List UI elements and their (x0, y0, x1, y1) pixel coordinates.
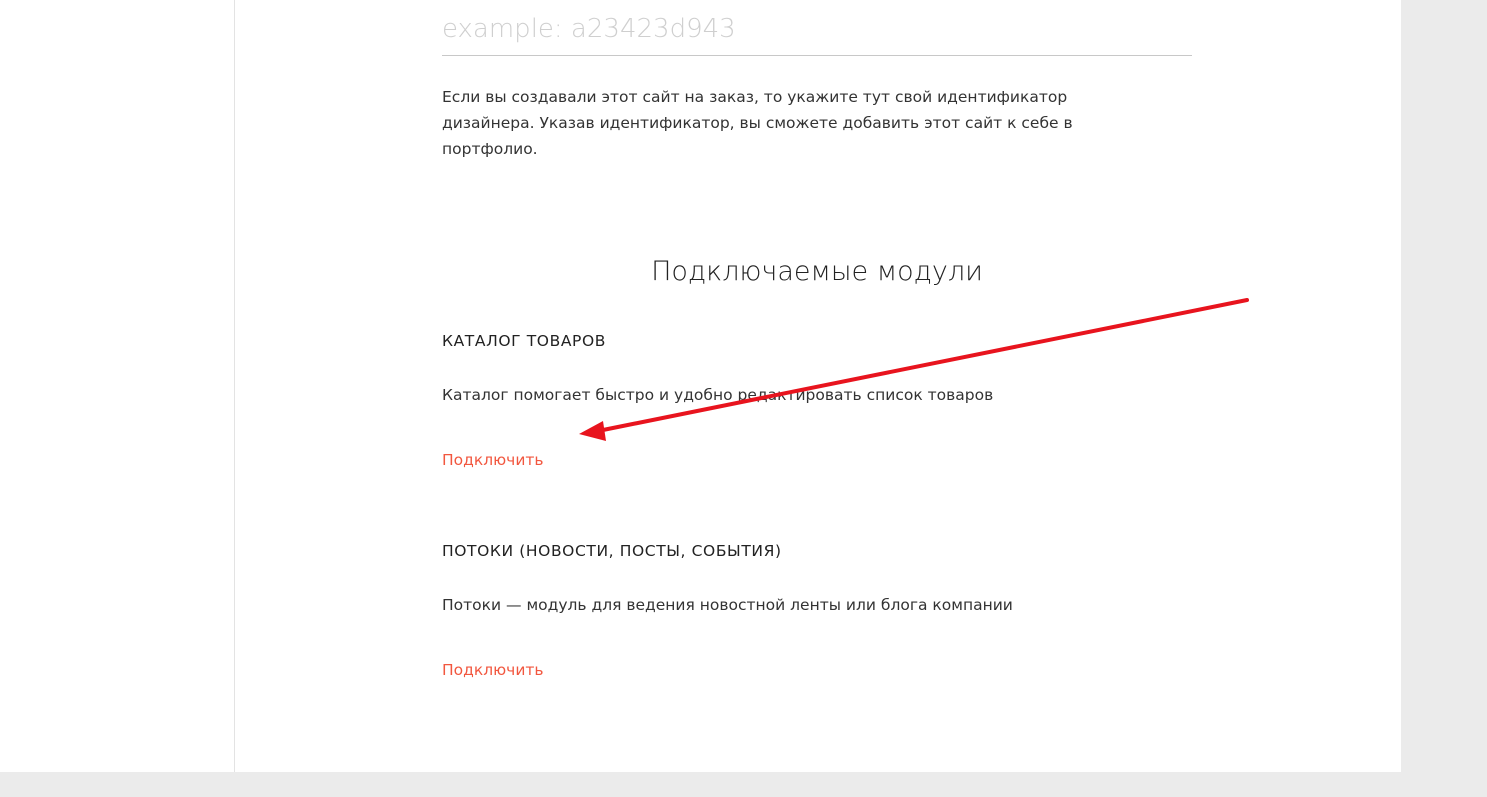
modules-section-title: Подключаемые модули (651, 256, 983, 287)
left-blank-area (0, 0, 234, 772)
module-title: КАТАЛОГ ТОВАРОВ (442, 332, 606, 350)
connect-streams-link[interactable]: Подключить (442, 661, 544, 679)
module-title: ПОТОКИ (НОВОСТИ, ПОСТЫ, СОБЫТИЯ) (442, 542, 782, 560)
designer-id-input[interactable] (442, 2, 1192, 56)
designer-id-hint: Если вы создавали этот сайт на заказ, то… (442, 88, 1073, 158)
module-description: Каталог помогает быстро и удобно редакти… (442, 386, 994, 404)
connect-catalog-link[interactable]: Подключить (442, 451, 544, 469)
module-description: Потоки — модуль для ведения новостной ле… (442, 596, 1013, 614)
